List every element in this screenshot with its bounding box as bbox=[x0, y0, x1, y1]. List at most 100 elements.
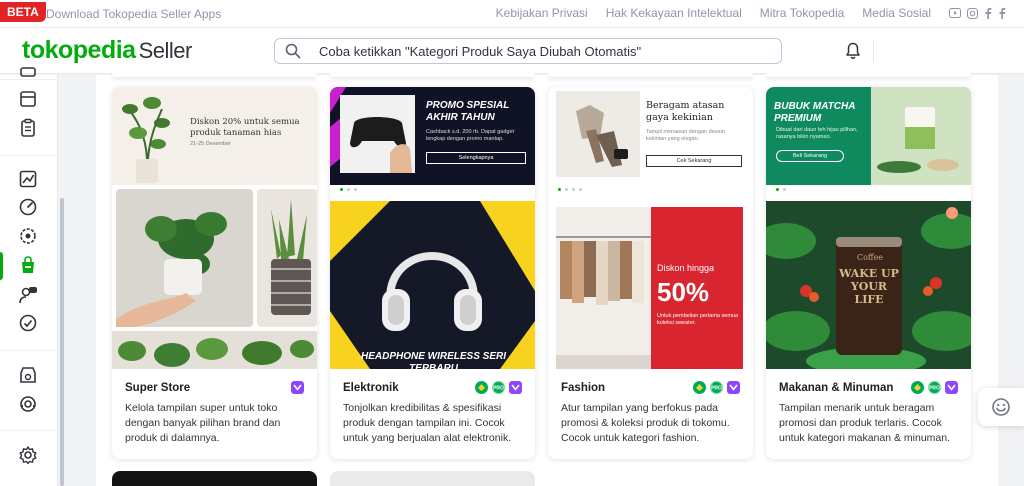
sidebar-separator bbox=[0, 350, 58, 351]
top-bar: BETA Download Tokopedia Seller Apps Kebi… bbox=[0, 0, 1024, 28]
beta-badge: BETA bbox=[0, 2, 46, 22]
privacy-link[interactable]: Kebijakan Privasi bbox=[496, 6, 588, 20]
template-card-super-store[interactable]: Diskon 20% untuk semua produk tanaman hi… bbox=[112, 87, 317, 459]
svg-text:PRO: PRO bbox=[493, 386, 504, 392]
pro-badge-icon: PRO bbox=[492, 381, 505, 394]
plant-image bbox=[122, 97, 170, 183]
banner-sub: Dibuat dari daun teh hijau pilihan, rasa… bbox=[776, 127, 858, 140]
template-title: Makanan & Minuman bbox=[779, 382, 894, 394]
template-badges: PRO bbox=[911, 381, 958, 394]
feedback-button[interactable] bbox=[978, 388, 1024, 426]
banner-bottom-headline: HEADPHONE WIRELESS SERI TERBARU bbox=[360, 351, 507, 369]
promo-sub: Untuk pembelian pertama semua koleksi sw… bbox=[657, 313, 739, 326]
previous-card-stub bbox=[548, 73, 753, 77]
next-template-card[interactable] bbox=[112, 471, 317, 486]
template-card-elektronik[interactable]: PROMO SPESIAL AKHIR TAHUN Cashback s.d. … bbox=[330, 87, 535, 459]
matcha-banner: BUBUK MATCHA PREMIUM Dibuat dari daun te… bbox=[766, 87, 971, 185]
sidebar-separator bbox=[0, 155, 58, 156]
official-store-badge-icon bbox=[693, 381, 706, 394]
svg-text:PRO: PRO bbox=[929, 386, 940, 392]
banner-sub: Tampil menawan dengan desain kekinian ya… bbox=[646, 129, 725, 142]
template-preview: Diskon 20% untuk semua produk tanaman hi… bbox=[112, 87, 317, 369]
can-main-label: WAKE UP YOUR LIFE bbox=[839, 267, 899, 306]
snake-plant-photo bbox=[257, 189, 317, 327]
facebook-icon[interactable] bbox=[984, 7, 992, 19]
previous-card-stub bbox=[330, 73, 535, 77]
sidebar-shop-decoration-icon[interactable] bbox=[18, 365, 38, 385]
instagram-icon[interactable] bbox=[967, 7, 978, 19]
template-description: Kelola tampilan super untuk toko dengan … bbox=[125, 402, 281, 444]
sidebar bbox=[0, 67, 58, 486]
banner-headline: Beragam atasan gaya kekinian bbox=[646, 100, 725, 123]
plant-photo bbox=[116, 189, 253, 327]
social-media-link[interactable]: Media Sosial bbox=[862, 6, 931, 20]
power-merchant-badge-icon bbox=[945, 381, 958, 394]
youtube-icon[interactable] bbox=[949, 8, 961, 18]
carousel-dots bbox=[340, 188, 357, 191]
sidebar-chat-icon[interactable] bbox=[18, 67, 38, 87]
promo-banner: PROMO SPESIAL AKHIR TAHUN Cashback s.d. … bbox=[330, 87, 535, 185]
pro-badge-icon: PRO bbox=[710, 381, 723, 394]
coffee-banner: Coffee WAKE UP YOUR LIFE bbox=[766, 201, 971, 369]
search-icon bbox=[285, 43, 301, 59]
banner-button: Beli Sekarang bbox=[776, 150, 844, 162]
previous-card-stub bbox=[112, 73, 317, 77]
banner-headline: PROMO SPESIAL AKHIR TAHUN bbox=[426, 100, 510, 123]
logo[interactable]: tokopedia Seller bbox=[22, 36, 192, 65]
header: tokopedia Seller Coba ketikkan "Kategori … bbox=[0, 28, 1024, 74]
template-title: Fashion bbox=[561, 382, 606, 394]
facebook-icon-2[interactable] bbox=[998, 7, 1006, 19]
template-badges: PRO bbox=[475, 381, 522, 394]
banner-button: Selengkapnya bbox=[426, 152, 526, 164]
sidebar-store-icon[interactable] bbox=[18, 89, 38, 109]
template-preview: Beragam atasan gaya kekinian Tampil mena… bbox=[548, 87, 753, 369]
search-bar[interactable]: Coba ketikkan "Kategori Produk Saya Diub… bbox=[274, 38, 782, 64]
search-input[interactable]: Coba ketikkan "Kategori Produk Saya Diub… bbox=[319, 44, 641, 59]
banner-button: Cek Sekarang bbox=[646, 155, 742, 167]
notification-bell-icon[interactable] bbox=[845, 42, 861, 60]
power-merchant-badge-icon bbox=[727, 381, 740, 394]
power-merchant-badge-icon bbox=[291, 381, 304, 394]
pro-badge-icon: PRO bbox=[928, 381, 941, 394]
ip-link[interactable]: Hak Kekayaan Intelektual bbox=[606, 6, 742, 20]
sidebar-performance-icon[interactable] bbox=[18, 197, 38, 217]
social-icons bbox=[949, 7, 1006, 19]
promo-value: 50% bbox=[657, 277, 710, 307]
smiley-icon bbox=[992, 398, 1010, 416]
sidebar-badge-icon[interactable] bbox=[18, 226, 38, 246]
previous-card-stub bbox=[766, 73, 971, 77]
svg-text:PRO: PRO bbox=[711, 386, 722, 392]
sidebar-scrollbar[interactable] bbox=[60, 198, 64, 486]
sidebar-shopping-bag-icon[interactable] bbox=[18, 255, 38, 275]
template-card-makanan-minuman[interactable]: BUBUK MATCHA PREMIUM Dibuat dari daun te… bbox=[766, 87, 971, 459]
power-merchant-badge-icon bbox=[509, 381, 522, 394]
template-description: Atur tampilan yang berfokus pada promosi… bbox=[561, 402, 730, 444]
plant-strip bbox=[112, 331, 317, 369]
template-description: Tampilan menarik untuk beragam promosi d… bbox=[779, 402, 951, 444]
partner-link[interactable]: Mitra Tokopedia bbox=[760, 6, 845, 20]
sidebar-statistics-icon[interactable] bbox=[18, 169, 38, 189]
template-preview: PROMO SPESIAL AKHIR TAHUN Cashback s.d. … bbox=[330, 87, 535, 369]
headphone-banner: HEADPHONE WIRELESS SERI TERBARU bbox=[330, 201, 535, 369]
template-gallery: Diskon 20% untuk semua produk tanaman hi… bbox=[96, 73, 998, 486]
sidebar-customer-chat-icon[interactable] bbox=[18, 285, 38, 305]
sidebar-support-icon[interactable] bbox=[18, 394, 38, 414]
promo-label: Diskon hingga bbox=[657, 263, 715, 273]
sidebar-active-indicator bbox=[0, 252, 3, 280]
official-store-badge-icon bbox=[475, 381, 488, 394]
download-app-link[interactable]: Download Tokopedia Seller Apps bbox=[46, 7, 221, 21]
template-card-fashion[interactable]: Beragam atasan gaya kekinian Tampil mena… bbox=[548, 87, 753, 459]
logo-suffix: Seller bbox=[138, 38, 193, 63]
banner-headline: Diskon 20% untuk semua produk tanaman hi… bbox=[190, 117, 300, 138]
next-template-card[interactable] bbox=[330, 471, 535, 486]
sidebar-settings-icon[interactable] bbox=[18, 445, 38, 465]
template-title: Super Store bbox=[125, 382, 191, 394]
template-preview: BUBUK MATCHA PREMIUM Dibuat dari daun te… bbox=[766, 87, 971, 369]
fashion-banner: Beragam atasan gaya kekinian Tampil mena… bbox=[548, 87, 753, 185]
carousel-dots bbox=[558, 188, 582, 191]
sidebar-verified-icon[interactable] bbox=[18, 313, 38, 333]
sidebar-clipboard-icon[interactable] bbox=[18, 118, 38, 138]
clothing-rack-photo bbox=[556, 207, 651, 369]
carousel-dots bbox=[776, 188, 786, 191]
template-badges bbox=[291, 381, 304, 394]
